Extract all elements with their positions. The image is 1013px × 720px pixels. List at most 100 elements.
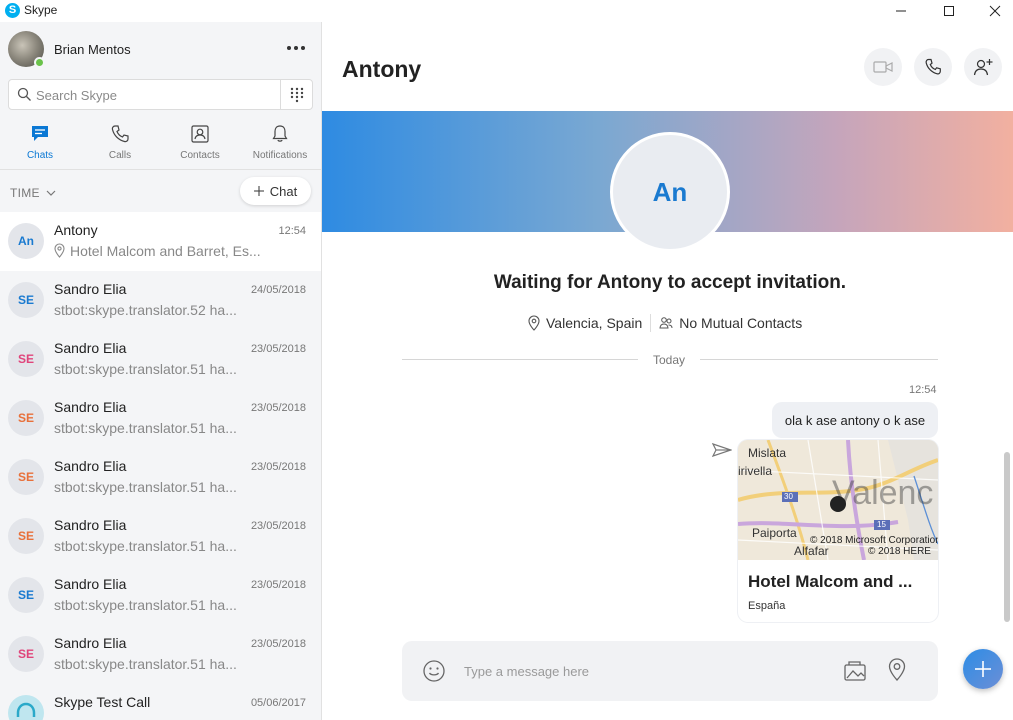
contact-avatar[interactable]: An [610,132,730,252]
add-participant-button[interactable] [964,48,1002,86]
nav-chats[interactable]: Chats [0,120,80,170]
conversation-item[interactable]: SE Sandro Elia 23/05/2018 stbot:skype.tr… [0,330,321,389]
close-button[interactable] [972,0,1013,22]
conversation-preview: stbot:skype.translator.51 ha... [54,361,237,377]
nav-contacts[interactable]: Contacts [160,120,240,170]
conversation-item[interactable]: SE Sandro Elia 23/05/2018 stbot:skype.tr… [0,389,321,448]
conversation-name: Sandro Elia [54,281,127,297]
conversation-preview: stbot:skype.translator.51 ha... [54,420,237,436]
nav-notifications[interactable]: Notifications [240,120,320,170]
conversation-item[interactable]: SE Sandro Elia 23/05/2018 stbot:skype.tr… [0,507,321,566]
conversation-item[interactable]: An Antony 12:54 Hotel Malcom and Barret,… [0,212,321,271]
conversation-avatar [8,695,44,720]
conversation-avatar: SE [8,577,44,613]
more-options-button[interactable] [283,38,309,58]
more-actions-button[interactable] [963,649,1003,689]
chat-scrollbar[interactable] [1004,452,1010,622]
conversation-name: Sandro Elia [54,399,127,415]
phone-icon [111,125,129,143]
skype-logo-icon: S [5,3,20,18]
chat-title: Antony [342,56,422,82]
conversation-time: 23/05/2018 [250,638,306,650]
nav-chats-label: Chats [26,150,54,161]
minimize-button[interactable] [878,0,924,22]
chat-panel: Antony An Waiting for Antony to accept i… [322,22,1013,720]
nav-contacts-label: Contacts [180,150,220,161]
conversation-item[interactable]: SE Sandro Elia 23/05/2018 stbot:skype.tr… [0,625,321,684]
contact-location: Valencia, Spain [546,315,643,331]
profile-name[interactable]: Brian Mentos [54,42,131,57]
conversation-item[interactable]: SE Sandro Elia 23/05/2018 stbot:skype.tr… [0,566,321,625]
message-bubble[interactable]: ola k ase antony o k ase [772,402,938,438]
message-text: ola k ase antony o k ase [784,412,926,428]
plus-icon [253,186,264,196]
dialpad-button[interactable] [280,79,313,110]
conversation-time: 23/05/2018 [250,461,306,473]
profile-avatar[interactable] [8,31,45,68]
day-divider-line [402,359,638,360]
main-nav: Chats Calls Contacts Notifications [0,120,322,170]
conversation-name: Sandro Elia [54,576,127,592]
conversation-avatar: An [8,223,44,259]
conversation-avatar: SE [8,518,44,554]
audio-call-button[interactable] [914,48,952,86]
online-status-dot [34,57,45,68]
map-copyright: © 2018 HERE [868,546,931,557]
window-title: Skype [24,3,58,17]
conversation-name: Sandro Elia [54,340,127,356]
nav-calls[interactable]: Calls [80,120,160,170]
emoji-icon[interactable] [422,659,446,683]
nav-divider [0,169,321,170]
media-gallery-icon[interactable] [843,659,869,683]
sent-status-icon [712,443,732,457]
search-input[interactable] [36,85,276,105]
conversation-preview: stbot:skype.translator.51 ha... [54,538,237,554]
maximize-icon [944,6,954,16]
message-composer [402,641,938,701]
nav-calls-label: Calls [108,150,132,161]
invitation-status: Waiting for Antony to accept invitation. [493,272,847,293]
chevron-down-icon [46,190,55,196]
conversation-preview: stbot:skype.translator.51 ha... [54,479,237,495]
conversation-time: 24/05/2018 [250,284,306,296]
conversation-avatar: SE [8,636,44,672]
more-dots-icon [287,46,305,50]
add-person-icon [973,59,993,76]
search-box[interactable] [8,79,281,110]
location-card[interactable]: Mislata irivella 30 15 Valenc Paiporta A… [738,440,938,622]
close-icon [989,5,1001,17]
conversation-name: Antony [54,222,98,238]
conversation-avatar: SE [8,341,44,377]
map-label: Mislata [748,446,787,460]
map-label: irivella [738,464,773,478]
map-image: Mislata irivella 30 15 Valenc Paiporta A… [738,440,938,560]
conversation-preview: stbot:skype.translator.51 ha... [54,656,237,672]
conversation-name: Skype Test Call [54,694,151,710]
headset-icon [16,702,36,717]
conversation-name: Sandro Elia [54,458,127,474]
conversation-avatar: SE [8,282,44,318]
conversation-time: 23/05/2018 [250,520,306,532]
conversation-time: 05/06/2017 [250,697,306,709]
sort-dropdown[interactable]: TIME [10,186,56,200]
conversation-item[interactable]: SE Sandro Elia 24/05/2018 stbot:skype.tr… [0,271,321,330]
send-location-icon[interactable] [887,657,907,683]
new-chat-button[interactable]: Chat [240,177,311,205]
conversation-preview: stbot:skype.translator.52 ha... [54,302,237,318]
conversation-item[interactable]: SE Sandro Elia 23/05/2018 stbot:skype.tr… [0,448,321,507]
conversation-item[interactable]: Skype Test Call 05/06/2017 [0,684,321,720]
contact-meta: Valencia, Spain No Mutual Contacts [528,312,802,334]
message-input[interactable] [464,661,824,681]
video-call-button[interactable] [864,48,902,86]
video-camera-icon [873,61,893,73]
day-divider-line [700,359,938,360]
location-pin-icon [54,243,65,258]
conversation-preview: stbot:skype.translator.51 ha... [54,597,237,613]
conversation-time: 23/05/2018 [250,343,306,355]
map-pin [830,496,846,512]
phone-icon [925,58,941,75]
conversation-list: An Antony 12:54 Hotel Malcom and Barret,… [0,212,321,720]
chat-icon [32,126,48,141]
plus-icon [975,661,991,677]
maximize-button[interactable] [926,0,972,22]
